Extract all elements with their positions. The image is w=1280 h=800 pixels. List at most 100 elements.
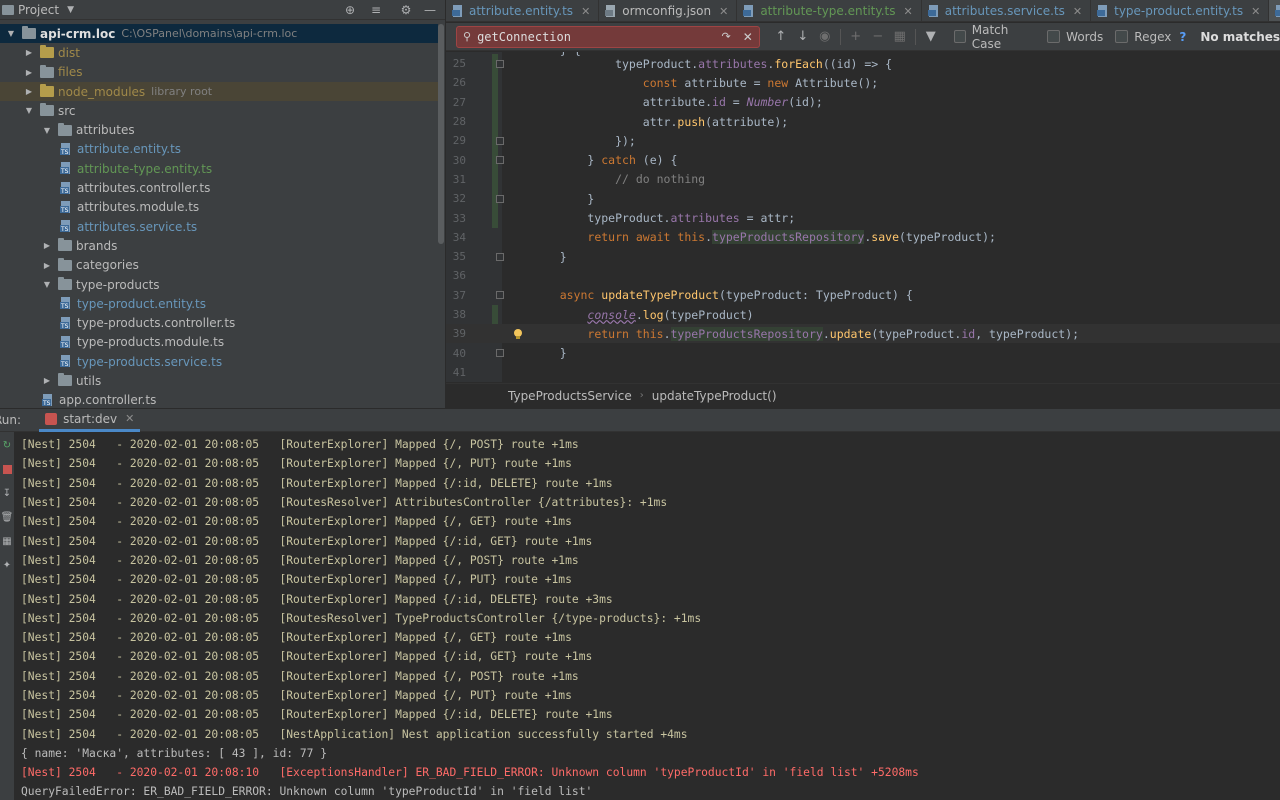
fold-marker-icon[interactable] bbox=[496, 136, 504, 145]
tree-folder-item[interactable]: ▼ type-products bbox=[0, 275, 438, 294]
add-selection-icon[interactable]: + bbox=[845, 29, 867, 44]
tree-file-item[interactable]: TS type-products.module.ts bbox=[0, 333, 438, 352]
tree-file-item[interactable]: TS type-products.controller.ts bbox=[0, 313, 438, 332]
code-line[interactable]: 32 } bbox=[446, 189, 1280, 209]
run-tab-start-dev[interactable]: start:dev ✕ bbox=[39, 408, 141, 432]
tree-file-item[interactable]: TS attributes.service.ts bbox=[0, 217, 438, 236]
breadcrumb-method[interactable]: updateTypeProduct() bbox=[652, 389, 777, 403]
code-line[interactable]: 37 async updateTypeProduct(typeProduct: … bbox=[446, 286, 1280, 305]
previous-occurrence-icon[interactable]: ↑ bbox=[770, 29, 792, 44]
project-scrollbar[interactable] bbox=[438, 24, 444, 244]
fold-marker-icon[interactable] bbox=[496, 59, 504, 68]
search-query[interactable]: getConnection bbox=[477, 30, 721, 44]
words-checkbox[interactable]: Words bbox=[1047, 30, 1103, 44]
lightbulb-icon[interactable] bbox=[512, 328, 524, 340]
vcs-change-marker[interactable] bbox=[492, 73, 498, 93]
code-line[interactable]: 26 const attribute = new Attribute(); bbox=[446, 73, 1280, 93]
fold-marker-icon[interactable] bbox=[496, 194, 504, 203]
remove-selection-icon[interactable]: − bbox=[867, 29, 889, 44]
chevron-right-icon[interactable]: ▶ bbox=[24, 87, 34, 96]
breadcrumb-class[interactable]: TypeProductsService bbox=[508, 389, 632, 403]
scroll-to-end-icon[interactable]: ↧ bbox=[0, 486, 14, 500]
gear-icon[interactable]: ⚙ bbox=[398, 2, 414, 18]
code-line[interactable]: 41 bbox=[446, 363, 1280, 382]
find-all-icon[interactable]: ◉ bbox=[814, 29, 836, 44]
match-case-checkbox[interactable]: Match Case bbox=[953, 23, 1035, 51]
tree-file-item[interactable]: TS attribute-type.entity.ts bbox=[0, 159, 438, 178]
pin-icon[interactable]: ✦ bbox=[0, 558, 14, 572]
stop-icon[interactable] bbox=[0, 462, 14, 476]
chevron-down-icon[interactable]: ▼ bbox=[42, 280, 52, 289]
project-view-selector[interactable]: Project bbox=[18, 3, 59, 17]
search-icon[interactable]: ⚲ bbox=[463, 30, 471, 43]
vcs-change-marker[interactable] bbox=[492, 169, 498, 190]
words-box[interactable] bbox=[1047, 30, 1061, 43]
tree-file-item[interactable]: TS attributes.module.ts bbox=[0, 198, 438, 217]
code-line[interactable]: 27 attribute.id = Number(id); bbox=[446, 92, 1280, 112]
rerun-icon[interactable]: ↻ bbox=[0, 438, 14, 452]
chevron-right-icon[interactable]: ▶ bbox=[42, 241, 52, 250]
layout-icon[interactable]: ▦ bbox=[0, 534, 14, 548]
tree-file-item[interactable]: TS attribute.entity.ts bbox=[0, 140, 438, 159]
tree-folder-item[interactable]: ▼ attributes bbox=[0, 120, 438, 139]
tree-folder-item[interactable]: ▶ dist bbox=[0, 43, 438, 62]
close-icon[interactable]: ✕ bbox=[125, 412, 134, 425]
tree-folder-item[interactable]: ▼ src bbox=[0, 101, 438, 120]
vcs-change-marker[interactable] bbox=[492, 111, 498, 132]
fold-marker-icon[interactable] bbox=[496, 252, 504, 261]
code-line[interactable]: 35 } bbox=[446, 247, 1280, 266]
chevron-down-icon[interactable]: ▼ bbox=[24, 106, 34, 115]
close-icon[interactable]: ✕ bbox=[1073, 5, 1082, 18]
fold-marker-icon[interactable] bbox=[496, 291, 504, 300]
tree-folder-item[interactable]: ▶ categories bbox=[0, 256, 438, 275]
regex-box[interactable] bbox=[1115, 30, 1129, 43]
chevron-down-icon[interactable]: ▼ bbox=[42, 126, 52, 135]
chevron-down-icon[interactable]: ▼ bbox=[67, 5, 74, 15]
code-line[interactable]: 31 // do nothing bbox=[446, 169, 1280, 190]
code-line[interactable]: 40 } bbox=[446, 343, 1280, 362]
run-console[interactable]: [Nest] 2504 - 2020-02-01 20:08:05 [Route… bbox=[14, 432, 1280, 800]
replace-toggle-icon[interactable]: ↷ bbox=[722, 30, 731, 43]
chevron-right-icon[interactable]: ▶ bbox=[24, 68, 34, 77]
editor-tab[interactable]: type-products.s bbox=[1269, 0, 1280, 21]
fold-marker-icon[interactable] bbox=[496, 349, 504, 358]
chevron-right-icon[interactable]: ▶ bbox=[42, 261, 52, 270]
editor-tab[interactable]: attribute.entity.ts ✕ bbox=[446, 0, 600, 21]
code-line[interactable]: 39 return this.typeProductsRepository.up… bbox=[446, 324, 1280, 344]
editor-tab[interactable]: ormconfig.json ✕ bbox=[599, 0, 738, 21]
tree-file-item[interactable]: TS type-product.entity.ts bbox=[0, 294, 438, 313]
select-all-occurrences-icon[interactable]: ▦ bbox=[889, 29, 911, 44]
tree-file-item[interactable]: TS attributes.controller.ts bbox=[0, 178, 438, 197]
locate-file-icon[interactable]: ⊕ bbox=[342, 2, 358, 18]
close-icon[interactable]: ✕ bbox=[1251, 5, 1260, 18]
vcs-change-marker[interactable] bbox=[492, 208, 498, 228]
code-line[interactable]: 30 } catch (e) { bbox=[446, 150, 1280, 170]
chevron-down-icon[interactable]: ▼ bbox=[6, 29, 16, 38]
tree-folder-item[interactable]: ▶ node_modules library root bbox=[0, 81, 438, 102]
close-icon[interactable]: ✕ bbox=[904, 5, 913, 18]
match-case-box[interactable] bbox=[953, 30, 966, 43]
code-line[interactable]: 33 typeProduct.attributes = attr; bbox=[446, 208, 1280, 228]
code-line[interactable]: 38 console.log(typeProduct) bbox=[446, 304, 1280, 325]
tree-file-item[interactable]: TS app.controller.ts bbox=[0, 391, 438, 408]
search-input[interactable]: ⚲ getConnection ↷ ✕ bbox=[456, 25, 760, 48]
regex-help-link[interactable]: ? bbox=[1179, 30, 1186, 44]
code-line[interactable]: 34 return await this.typeProductsReposit… bbox=[446, 228, 1280, 247]
tree-folder-item[interactable]: ▶ brands bbox=[0, 236, 438, 255]
tree-folder-item[interactable]: ▼ api-crm.loc C:\OSPanel\domains\api-crm.l… bbox=[0, 24, 438, 44]
clear-all-icon[interactable]: 🗑 bbox=[0, 510, 14, 524]
chevron-right-icon[interactable]: ▶ bbox=[42, 376, 52, 385]
code-line[interactable]: 28 attr.push(attribute); bbox=[446, 111, 1280, 132]
editor-tab[interactable]: attribute-type.entity.ts ✕ bbox=[737, 0, 922, 21]
collapse-all-icon[interactable]: ≡ bbox=[368, 2, 384, 18]
code-line[interactable]: 25 typeProduct.attributes.forEach((id) =… bbox=[446, 54, 1280, 74]
close-icon[interactable]: ✕ bbox=[581, 5, 590, 18]
close-icon[interactable]: ✕ bbox=[719, 5, 728, 18]
editor-tab[interactable]: attributes.service.ts ✕ bbox=[922, 0, 1092, 21]
clear-search-icon[interactable]: ✕ bbox=[743, 30, 753, 44]
hide-panel-icon[interactable]: — bbox=[422, 2, 438, 18]
editor-tab[interactable]: type-product.entity.ts ✕ bbox=[1091, 0, 1270, 21]
code-editor[interactable]: } { 25 typeProduct.attributes.forEach((i… bbox=[446, 52, 1280, 382]
vcs-change-marker[interactable] bbox=[492, 92, 498, 112]
next-occurrence-icon[interactable]: ↓ bbox=[792, 29, 814, 44]
